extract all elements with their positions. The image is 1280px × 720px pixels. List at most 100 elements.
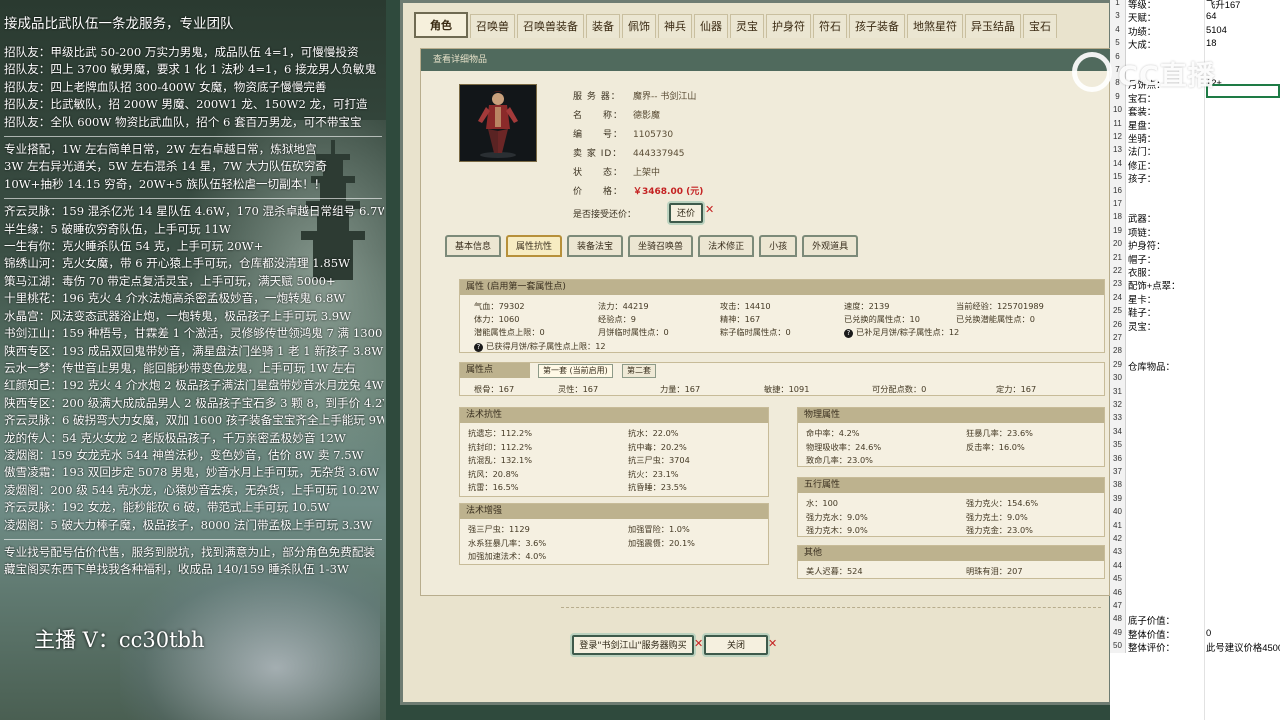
tab-9[interactable]: 符石 bbox=[813, 14, 847, 38]
service-line: 3W 左右异光通关，5W 左右混杀 14 星，7W 大力队伍砍穷奇 bbox=[4, 159, 327, 174]
stat-value: 1.0% bbox=[668, 524, 690, 534]
point-label: 定力： bbox=[996, 384, 1021, 394]
stat-cell: 强三尸虫：1129 bbox=[468, 523, 530, 535]
tab-7[interactable]: 灵宝 bbox=[730, 14, 764, 38]
cell-a[interactable]: 套装： bbox=[1128, 104, 1156, 118]
stat-cell: 物理吸收率：24.6% bbox=[806, 441, 881, 453]
cell-a[interactable]: 星卡： bbox=[1128, 292, 1156, 306]
cell-a[interactable]: 星盘： bbox=[1128, 118, 1156, 132]
cell-a[interactable]: 护身符： bbox=[1128, 238, 1166, 252]
cell-a[interactable]: 天赋： bbox=[1128, 10, 1156, 24]
points-tab-second[interactable]: 第二套 bbox=[622, 364, 656, 378]
cell-b[interactable]: 此号建议价格4500左 bbox=[1206, 640, 1280, 654]
cell-a[interactable]: 整体价值： bbox=[1128, 627, 1175, 641]
tab-11[interactable]: 地煞星符 bbox=[907, 14, 963, 38]
close-button[interactable]: 关闭 bbox=[704, 635, 768, 655]
tab-3[interactable]: 装备 bbox=[586, 14, 620, 38]
subtab-2[interactable]: 装备法宝 bbox=[567, 235, 624, 257]
stat-value: 23.5% bbox=[660, 482, 687, 492]
cell-a[interactable]: 坐骑： bbox=[1128, 131, 1156, 145]
cell-a[interactable]: 武器： bbox=[1128, 211, 1156, 225]
cell-b[interactable]: 飞升167 bbox=[1206, 0, 1240, 11]
cell-b[interactable]: 0 bbox=[1206, 627, 1211, 638]
bargain-button[interactable]: 还价 bbox=[669, 203, 703, 223]
attribute-label: 已补足月饼/粽子属性点： bbox=[856, 327, 949, 337]
point-cell: 根骨：167 bbox=[474, 383, 514, 395]
stat-label: 反击率： bbox=[966, 441, 999, 452]
subtab-6[interactable]: 外观道具 bbox=[802, 235, 859, 257]
cell-a[interactable]: 等级： bbox=[1128, 0, 1156, 11]
point-value: 0 bbox=[921, 384, 927, 394]
attribute-value: 0 bbox=[785, 327, 791, 337]
stat-cell: 加强冒险：1.0% bbox=[628, 523, 690, 535]
cell-a[interactable]: 鞋子： bbox=[1128, 305, 1156, 319]
tab-8[interactable]: 护身符 bbox=[766, 14, 811, 38]
row-number: 26 bbox=[1110, 317, 1126, 331]
stat-cell: 致命几率：23.0% bbox=[806, 454, 873, 466]
row-number: 45 bbox=[1110, 572, 1126, 586]
stat-cell: 命中率：4.2% bbox=[806, 427, 860, 439]
tab-12[interactable]: 异玉结晶 bbox=[965, 14, 1021, 38]
logo-ring-icon bbox=[1072, 52, 1112, 92]
cell-a[interactable]: 修正： bbox=[1128, 158, 1156, 172]
close-x-icon[interactable]: ✕ bbox=[768, 637, 777, 650]
tab-2[interactable]: 召唤兽装备 bbox=[517, 14, 584, 38]
bargain-row: 是否接受还价： bbox=[573, 210, 637, 220]
attribute-cell: 法力：44219 bbox=[598, 300, 649, 312]
cell-a[interactable]: 帽子： bbox=[1128, 252, 1156, 266]
stat-cell: 强力克火：154.6% bbox=[966, 497, 1038, 509]
physical-heading: 物理属性 bbox=[798, 408, 1104, 423]
cell-a[interactable]: 项链： bbox=[1128, 225, 1156, 239]
stat-label: 抗遗忘： bbox=[468, 428, 501, 438]
tab-10[interactable]: 孩子装备 bbox=[849, 14, 905, 38]
anchor-contact: 主播 V：cc30tbh bbox=[34, 628, 205, 652]
points-tab-first[interactable]: 第一套 (当前启用) bbox=[538, 364, 613, 378]
tab-4[interactable]: 佩饰 bbox=[622, 14, 656, 38]
attribute-label: 潜能属性点上限： bbox=[474, 327, 540, 337]
tab-5[interactable]: 神兵 bbox=[658, 14, 692, 38]
cell-a[interactable]: 衣服： bbox=[1128, 265, 1156, 279]
stat-label: 水系狂暴几率： bbox=[468, 537, 526, 548]
stat-cell: 明珠有泪：207 bbox=[966, 565, 1023, 577]
subtab-0[interactable]: 基本信息 bbox=[445, 235, 502, 257]
attribute-value: 0 bbox=[663, 327, 669, 337]
tab-0[interactable]: 角色 bbox=[414, 12, 468, 38]
cell-a[interactable]: 整体评价： bbox=[1128, 640, 1175, 654]
row-number: 29 bbox=[1110, 357, 1126, 372]
point-value: 167 bbox=[582, 384, 599, 394]
point-label: 灵性： bbox=[558, 384, 583, 394]
tab-6[interactable]: 仙器 bbox=[694, 14, 728, 38]
cell-a[interactable]: 功绩： bbox=[1128, 24, 1156, 38]
cell-a[interactable]: 孩子： bbox=[1128, 171, 1156, 185]
subtab-1[interactable]: 属性抗性 bbox=[506, 235, 563, 257]
attribute-cell: 精神：167 bbox=[720, 313, 760, 325]
attribute-label: 速度： bbox=[844, 301, 869, 311]
stat-value: 23.0% bbox=[1006, 525, 1033, 535]
close-x-icon[interactable]: ✕ bbox=[705, 203, 714, 216]
cell-b[interactable]: 18 bbox=[1206, 37, 1216, 48]
attribute-value: 9 bbox=[630, 314, 636, 324]
cell-b[interactable]: 5104 bbox=[1206, 24, 1227, 35]
subtab-5[interactable]: 小孩 bbox=[759, 235, 798, 257]
stat-cell: 抗封印：112.2% bbox=[468, 441, 532, 453]
cell-a[interactable]: 法门： bbox=[1128, 144, 1156, 158]
cell-a[interactable]: 仓库物品： bbox=[1128, 359, 1175, 373]
grid-line bbox=[1204, 0, 1205, 720]
tab-1[interactable]: 召唤兽 bbox=[470, 14, 515, 38]
dashed-divider bbox=[561, 607, 1101, 608]
cell-a[interactable]: 灵宝： bbox=[1128, 319, 1156, 333]
tab-13[interactable]: 宝石 bbox=[1023, 14, 1057, 38]
subtab-3[interactable]: 坐骑召唤兽 bbox=[628, 235, 694, 257]
cell-b[interactable]: 64 bbox=[1206, 10, 1216, 21]
stat-value: 23.1% bbox=[652, 468, 679, 479]
listing-line: 红颜知己：192 克火 4 介水炮 2 极品孩子满法门星盘带妙音水月龙兔 4W bbox=[4, 378, 384, 393]
attribute-cell: 体力：1060 bbox=[474, 313, 519, 325]
buy-button[interactable]: 登录"书剑江山"服务器购买 bbox=[572, 635, 694, 655]
subtab-4[interactable]: 法术修正 bbox=[698, 235, 755, 257]
cell-a[interactable]: 配饰+点翠： bbox=[1128, 278, 1180, 292]
cell-a[interactable]: 底子价值： bbox=[1128, 613, 1175, 627]
close-x-icon[interactable]: ✕ bbox=[694, 637, 703, 650]
row-number: 22 bbox=[1110, 264, 1126, 278]
attribute-value: 10 bbox=[909, 314, 920, 324]
spell-boost-heading: 法术增强 bbox=[460, 504, 768, 519]
